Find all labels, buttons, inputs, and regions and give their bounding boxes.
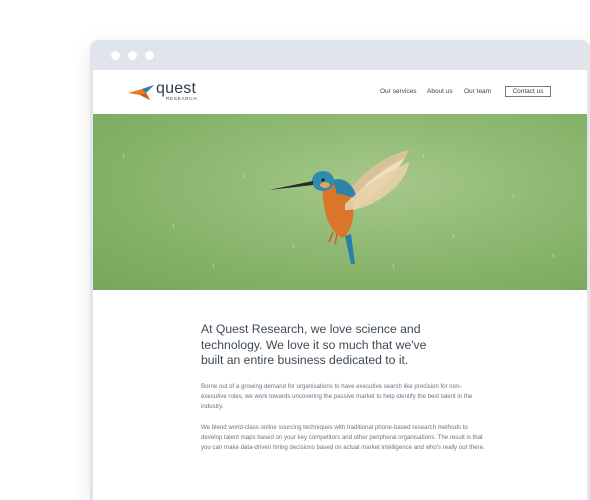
- web-page: quest RESEARCH Our services About us Our…: [93, 70, 587, 500]
- nav-our-services[interactable]: Our services: [380, 88, 416, 96]
- logo-subtitle: RESEARCH: [166, 96, 198, 101]
- window-dot-icon[interactable]: [145, 51, 154, 60]
- kingfisher-illustration: [122, 150, 555, 269]
- intro-paragraph: Borne out of a growing demand for organi…: [201, 383, 473, 411]
- site-header: quest RESEARCH Our services About us Our…: [93, 70, 587, 113]
- hero-image: [93, 114, 587, 290]
- nav-our-team[interactable]: Our team: [464, 88, 491, 96]
- window-dot-icon[interactable]: [128, 51, 137, 60]
- logo[interactable]: quest RESEARCH: [128, 80, 203, 105]
- nav-about-us[interactable]: About us: [427, 88, 453, 96]
- intro-paragraph: We blend world-class online sourcing tec…: [201, 424, 485, 452]
- quest-bird-logo-icon: [128, 85, 154, 100]
- intro-headline: At Quest Research, we love science and t…: [201, 322, 427, 367]
- window-dot-icon[interactable]: [111, 51, 120, 60]
- browser-titlebar: [90, 40, 590, 70]
- contact-us-button[interactable]: Contact us: [505, 86, 551, 97]
- browser-window: quest RESEARCH Our services About us Our…: [90, 40, 590, 500]
